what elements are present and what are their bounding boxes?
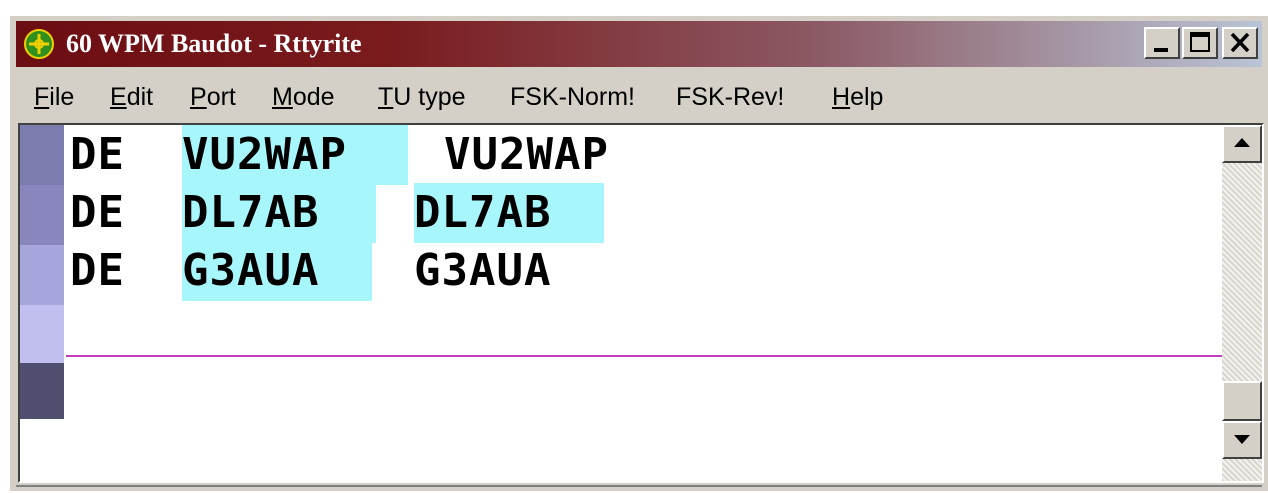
menu-label: FSK-Rev! bbox=[676, 83, 785, 111]
maximize-button[interactable] bbox=[1182, 27, 1218, 59]
menu-tu-type[interactable]: TU type bbox=[378, 83, 466, 112]
menu-label: dit bbox=[126, 83, 154, 111]
minimize-icon bbox=[1154, 48, 1168, 52]
gutter-block bbox=[20, 245, 64, 305]
maximize-icon bbox=[1190, 32, 1210, 52]
title-bar[interactable]: 60 WPM Baudot - Rttyrite bbox=[16, 21, 1262, 67]
vertical-scrollbar[interactable] bbox=[1222, 125, 1262, 481]
menu-label: ode bbox=[292, 83, 335, 111]
menu-port[interactable]: Port bbox=[190, 83, 236, 112]
de-prefix[interactable]: DE bbox=[70, 125, 125, 185]
menu-bar: File Edit Port Mode TU type FSK-Norm! FSK-Rev!… bbox=[16, 71, 1262, 121]
menu-accelerator: P bbox=[190, 83, 207, 111]
highlighted-callsign[interactable]: VU2WAP bbox=[182, 125, 408, 185]
highlighted-callsign[interactable]: DL7AB bbox=[414, 183, 604, 243]
gutter-block bbox=[20, 125, 64, 185]
de-prefix[interactable]: DE bbox=[70, 183, 125, 243]
menu-label: FSK-Norm! bbox=[510, 83, 635, 111]
transmit-divider bbox=[66, 355, 1226, 357]
menu-label: elp bbox=[850, 83, 884, 111]
gutter-block bbox=[20, 305, 64, 363]
window-title: 60 WPM Baudot - Rttyrite bbox=[66, 29, 362, 58]
receive-pane[interactable]: DE VU2WAP VU2WAP DE DL7AB DL7AB DE G3AUA G3AUA bbox=[18, 123, 1264, 483]
menu-label: ort bbox=[206, 83, 236, 111]
app-window: 60 WPM Baudot - Rttyrite File Edit Port Mod… bbox=[10, 16, 1268, 491]
menu-label: U type bbox=[393, 83, 466, 111]
menu-accelerator: T bbox=[378, 83, 394, 111]
callsign[interactable]: G3AUA bbox=[414, 241, 551, 301]
menu-help[interactable]: Help bbox=[832, 83, 883, 112]
menu-edit[interactable]: Edit bbox=[110, 83, 153, 112]
gutter-block bbox=[20, 363, 64, 419]
minimize-button[interactable] bbox=[1144, 27, 1180, 59]
menu-fsk-norm[interactable]: FSK-Norm! bbox=[510, 83, 635, 112]
down-arrow-icon bbox=[1234, 435, 1250, 444]
app-icon[interactable] bbox=[24, 29, 54, 59]
menu-fsk-rev[interactable]: FSK-Rev! bbox=[676, 83, 784, 112]
menu-accelerator: F bbox=[34, 83, 50, 111]
highlighted-callsign[interactable]: G3AUA bbox=[182, 241, 372, 301]
menu-accelerator: E bbox=[110, 83, 127, 111]
close-button[interactable] bbox=[1222, 27, 1258, 59]
status-bar bbox=[16, 485, 1262, 493]
menu-accelerator: H bbox=[832, 83, 851, 111]
gutter-block bbox=[20, 185, 64, 245]
up-arrow-icon bbox=[1234, 138, 1250, 147]
menu-mode[interactable]: Mode bbox=[272, 83, 335, 112]
scroll-down-button[interactable] bbox=[1222, 421, 1262, 459]
menu-label: ile bbox=[49, 83, 75, 111]
highlighted-callsign[interactable]: DL7AB bbox=[182, 183, 376, 243]
scroll-up-button[interactable] bbox=[1222, 125, 1262, 163]
de-prefix[interactable]: DE bbox=[70, 241, 125, 301]
menu-file[interactable]: File bbox=[34, 83, 74, 112]
menu-accelerator: M bbox=[272, 83, 293, 111]
scroll-thumb[interactable] bbox=[1222, 381, 1262, 421]
callsign[interactable]: VU2WAP bbox=[444, 125, 609, 185]
close-icon bbox=[1230, 32, 1250, 53]
